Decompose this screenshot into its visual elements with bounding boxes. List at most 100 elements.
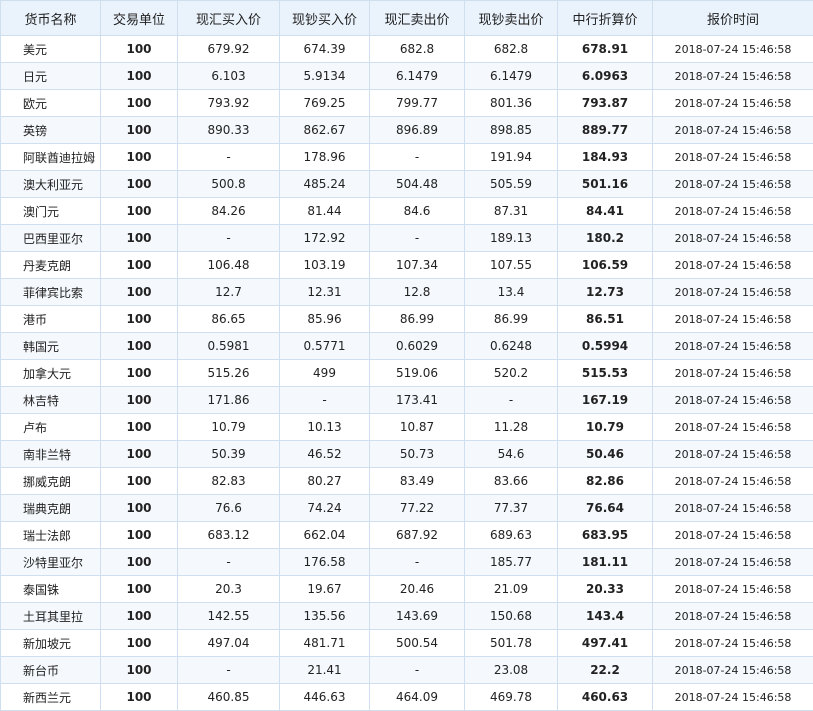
cell-cash-sell-price: 682.8 [465,36,558,63]
cell-currency-name: 澳大利亚元 [1,171,101,198]
cell-boc-middle-rate: 106.59 [558,252,653,279]
cell-spot-buy-price: 793.92 [178,90,280,117]
cell-boc-middle-rate: 683.95 [558,522,653,549]
table-row: 丹麦克朗100106.48103.19107.34107.55106.59201… [1,252,813,279]
cell-currency-name: 加拿大元 [1,360,101,387]
header-cash-buy: 现钞买入价 [280,1,370,36]
cell-boc-middle-rate: 12.73 [558,279,653,306]
cell-spot-buy-price: 20.3 [178,576,280,603]
cell-quote-time: 2018-07-24 15:46:58 [653,576,813,603]
cell-cash-sell-price: 501.78 [465,630,558,657]
cell-spot-buy-price: 679.92 [178,36,280,63]
cell-currency-name: 阿联酋迪拉姆 [1,144,101,171]
table-row: 新西兰元100460.85446.63464.09469.78460.63201… [1,684,813,711]
table-row: 菲律宾比索10012.712.3112.813.412.732018-07-24… [1,279,813,306]
cell-spot-sell-price: 143.69 [370,603,465,630]
table-row: 巴西里亚尔100-172.92-189.13180.22018-07-24 15… [1,225,813,252]
cell-trade-unit: 100 [101,225,178,252]
cell-cash-sell-price: 185.77 [465,549,558,576]
cell-spot-buy-price: 10.79 [178,414,280,441]
cell-spot-buy-price: 142.55 [178,603,280,630]
table-body: 美元100679.92674.39682.8682.8678.912018-07… [1,36,813,711]
cell-quote-time: 2018-07-24 15:46:58 [653,603,813,630]
cell-spot-sell-price: 173.41 [370,387,465,414]
cell-trade-unit: 100 [101,198,178,225]
cell-cash-sell-price: 189.13 [465,225,558,252]
cell-currency-name: 新加坡元 [1,630,101,657]
cell-quote-time: 2018-07-24 15:46:58 [653,198,813,225]
cell-trade-unit: 100 [101,576,178,603]
header-currency-name: 货币名称 [1,1,101,36]
cell-quote-time: 2018-07-24 15:46:58 [653,333,813,360]
cell-trade-unit: 100 [101,252,178,279]
cell-spot-sell-price: 799.77 [370,90,465,117]
cell-cash-buy-price: 10.13 [280,414,370,441]
cell-boc-middle-rate: 6.0963 [558,63,653,90]
cell-currency-name: 卢布 [1,414,101,441]
cell-cash-buy-price: 172.92 [280,225,370,252]
table-row: 澳大利亚元100500.8485.24504.48505.59501.16201… [1,171,813,198]
cell-quote-time: 2018-07-24 15:46:58 [653,684,813,711]
cell-spot-sell-price: 12.8 [370,279,465,306]
table-row: 港币10086.6585.9686.9986.9986.512018-07-24… [1,306,813,333]
cell-boc-middle-rate: 497.41 [558,630,653,657]
table-row: 韩国元1000.59810.57710.60290.62480.59942018… [1,333,813,360]
cell-spot-buy-price: 890.33 [178,117,280,144]
table-row: 瑞典克朗10076.674.2477.2277.3776.642018-07-2… [1,495,813,522]
cell-cash-buy-price: 80.27 [280,468,370,495]
cell-quote-time: 2018-07-24 15:46:58 [653,144,813,171]
cell-currency-name: 土耳其里拉 [1,603,101,630]
cell-boc-middle-rate: 10.79 [558,414,653,441]
cell-quote-time: 2018-07-24 15:46:58 [653,630,813,657]
cell-spot-sell-price: 84.6 [370,198,465,225]
cell-cash-sell-price: 801.36 [465,90,558,117]
cell-quote-time: 2018-07-24 15:46:58 [653,90,813,117]
cell-boc-middle-rate: 501.16 [558,171,653,198]
cell-spot-buy-price: 500.8 [178,171,280,198]
cell-spot-sell-price: 77.22 [370,495,465,522]
cell-trade-unit: 100 [101,90,178,117]
table-row: 加拿大元100515.26499519.06520.2515.532018-07… [1,360,813,387]
table-row: 卢布10010.7910.1310.8711.2810.792018-07-24… [1,414,813,441]
cell-spot-sell-price: 464.09 [370,684,465,711]
cell-cash-sell-price: 23.08 [465,657,558,684]
cell-cash-buy-price: 81.44 [280,198,370,225]
cell-trade-unit: 100 [101,684,178,711]
cell-quote-time: 2018-07-24 15:46:58 [653,306,813,333]
cell-spot-buy-price: 82.83 [178,468,280,495]
cell-currency-name: 瑞典克朗 [1,495,101,522]
cell-quote-time: 2018-07-24 15:46:58 [653,387,813,414]
cell-trade-unit: 100 [101,144,178,171]
cell-currency-name: 沙特里亚尔 [1,549,101,576]
cell-quote-time: 2018-07-24 15:46:58 [653,171,813,198]
cell-spot-sell-price: 20.46 [370,576,465,603]
cell-currency-name: 菲律宾比索 [1,279,101,306]
cell-spot-buy-price: 76.6 [178,495,280,522]
cell-boc-middle-rate: 889.77 [558,117,653,144]
cell-currency-name: 美元 [1,36,101,63]
cell-cash-sell-price: 6.1479 [465,63,558,90]
table-row: 澳门元10084.2681.4484.687.3184.412018-07-24… [1,198,813,225]
table-row: 美元100679.92674.39682.8682.8678.912018-07… [1,36,813,63]
cell-boc-middle-rate: 0.5994 [558,333,653,360]
exchange-rate-table: 货币名称 交易单位 现汇买入价 现钞买入价 现汇卖出价 现钞卖出价 中行折算价 … [0,0,813,711]
cell-boc-middle-rate: 180.2 [558,225,653,252]
cell-boc-middle-rate: 76.64 [558,495,653,522]
cell-currency-name: 瑞士法郎 [1,522,101,549]
cell-quote-time: 2018-07-24 15:46:58 [653,657,813,684]
cell-cash-sell-price: 150.68 [465,603,558,630]
cell-spot-sell-price: 6.1479 [370,63,465,90]
cell-spot-sell-price: - [370,144,465,171]
cell-boc-middle-rate: 181.11 [558,549,653,576]
table-row: 土耳其里拉100142.55135.56143.69150.68143.4201… [1,603,813,630]
table-row: 阿联酋迪拉姆100-178.96-191.94184.932018-07-24 … [1,144,813,171]
cell-cash-sell-price: 107.55 [465,252,558,279]
cell-quote-time: 2018-07-24 15:46:58 [653,252,813,279]
cell-cash-buy-price: 103.19 [280,252,370,279]
header-cash-sell: 现钞卖出价 [465,1,558,36]
cell-boc-middle-rate: 84.41 [558,198,653,225]
cell-currency-name: 挪威克朗 [1,468,101,495]
cell-cash-buy-price: 19.67 [280,576,370,603]
table-row: 瑞士法郎100683.12662.04687.92689.63683.95201… [1,522,813,549]
table-row: 沙特里亚尔100-176.58-185.77181.112018-07-24 1… [1,549,813,576]
